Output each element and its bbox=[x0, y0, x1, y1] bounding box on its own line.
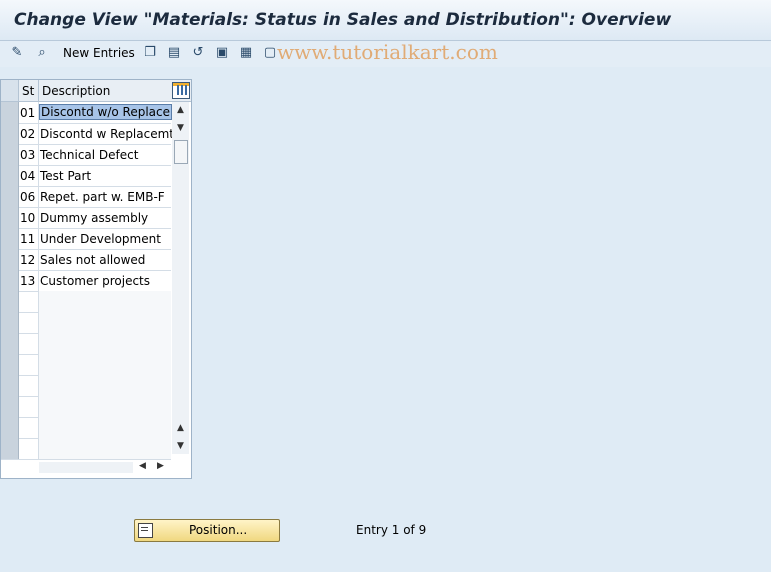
row-selector[interactable] bbox=[1, 144, 19, 165]
table-row[interactable] bbox=[1, 396, 171, 418]
row-selector[interactable] bbox=[1, 123, 19, 144]
entry-count: Entry 1 of 9 bbox=[356, 523, 427, 537]
status-code-cell[interactable]: 04 bbox=[20, 169, 35, 183]
status-code-cell[interactable]: 13 bbox=[20, 274, 35, 288]
row-selector[interactable] bbox=[1, 333, 19, 354]
row-selector[interactable] bbox=[1, 249, 19, 270]
display-change-icon[interactable]: ✎ bbox=[9, 45, 25, 61]
select-all-icon[interactable]: ▣ bbox=[214, 45, 230, 61]
status-code-cell[interactable]: 10 bbox=[20, 211, 35, 225]
row-selector[interactable] bbox=[1, 354, 19, 375]
description-cell[interactable]: Technical Defect bbox=[40, 148, 138, 162]
table-row[interactable]: 12 Sales not allowed bbox=[1, 249, 171, 271]
scroll-thumb[interactable] bbox=[174, 140, 188, 164]
status-code-cell[interactable]: 01 bbox=[20, 106, 35, 120]
description-cell[interactable]: Customer projects bbox=[40, 274, 150, 288]
description-cell[interactable]: Discontd w/o Replace bbox=[39, 104, 172, 120]
table-row[interactable] bbox=[1, 375, 171, 397]
empty-description-cell[interactable] bbox=[39, 438, 171, 459]
deselect-all-icon[interactable]: ▢ bbox=[262, 45, 278, 61]
empty-description-cell[interactable] bbox=[39, 354, 171, 375]
description-cell[interactable]: Under Development bbox=[40, 232, 161, 246]
title-bar: Change View "Materials: Status in Sales … bbox=[0, 0, 771, 41]
row-selector[interactable] bbox=[1, 186, 19, 207]
scroll-up-bottom-icon[interactable]: ▲ bbox=[174, 422, 187, 434]
column-header-description[interactable]: Description bbox=[42, 84, 110, 98]
position-icon bbox=[138, 523, 153, 538]
scroll-left-icon[interactable]: ◀ bbox=[139, 461, 146, 471]
status-code-cell[interactable]: 06 bbox=[20, 190, 35, 204]
row-selector[interactable] bbox=[1, 207, 19, 228]
status-table: St Description 01 Discontd w/o Replace 02 D… bbox=[0, 79, 192, 479]
horizontal-scrollbar[interactable]: ◀ ▶ bbox=[39, 460, 189, 475]
select-all-cell[interactable] bbox=[1, 80, 19, 101]
status-code-cell[interactable]: 03 bbox=[20, 148, 35, 162]
table-row[interactable]: 02 Discontd w Replacemt bbox=[1, 123, 174, 145]
status-code-cell[interactable]: 02 bbox=[20, 127, 35, 141]
column-header-st[interactable]: St bbox=[22, 84, 34, 98]
table-row[interactable] bbox=[1, 333, 171, 355]
scroll-down-bottom-icon[interactable]: ▼ bbox=[174, 440, 187, 452]
position-button-label: Position... bbox=[189, 523, 248, 537]
table-row[interactable]: 06 Repet. part w. EMB-F bbox=[1, 186, 171, 208]
new-entries-button[interactable]: New Entries bbox=[63, 46, 135, 60]
watermark: www.tutorialkart.com bbox=[277, 40, 498, 64]
empty-description-cell[interactable] bbox=[39, 312, 171, 333]
delete-icon[interactable]: ▤ bbox=[166, 45, 182, 61]
table-row[interactable]: 01 Discontd w/o Replace bbox=[1, 102, 172, 124]
row-selector[interactable] bbox=[1, 165, 19, 186]
table-row[interactable] bbox=[1, 354, 171, 376]
row-selector[interactable] bbox=[1, 417, 19, 438]
table-row[interactable]: 11 Under Development bbox=[1, 228, 171, 250]
status-code-cell[interactable]: 12 bbox=[20, 253, 35, 267]
table-row[interactable]: 10 Dummy assembly bbox=[1, 207, 171, 229]
description-cell[interactable]: Dummy assembly bbox=[40, 211, 148, 225]
status-code-cell[interactable]: 11 bbox=[20, 232, 35, 246]
description-cell[interactable]: Repet. part w. EMB-F bbox=[40, 190, 165, 204]
window-title: Change View "Materials: Status in Sales … bbox=[14, 10, 672, 30]
row-selector[interactable] bbox=[1, 270, 19, 291]
position-button[interactable]: Position... bbox=[134, 519, 280, 542]
table-row[interactable] bbox=[1, 291, 171, 313]
empty-description-cell[interactable] bbox=[39, 396, 171, 417]
table-row[interactable]: 03 Technical Defect bbox=[1, 144, 171, 166]
row-selector[interactable] bbox=[1, 438, 19, 459]
row-selector[interactable] bbox=[1, 102, 19, 123]
empty-description-cell[interactable] bbox=[39, 375, 171, 396]
empty-description-cell[interactable] bbox=[39, 291, 171, 312]
row-selector[interactable] bbox=[1, 291, 19, 312]
table-row[interactable] bbox=[1, 438, 171, 460]
scroll-down-icon[interactable]: ▼ bbox=[174, 122, 187, 134]
table-row[interactable]: 04 Test Part bbox=[1, 165, 171, 187]
other-view-icon[interactable]: ⌕ bbox=[34, 45, 50, 61]
table-row[interactable]: 13 Customer projects bbox=[1, 270, 171, 292]
description-cell[interactable]: Sales not allowed bbox=[40, 253, 145, 267]
undo-icon[interactable]: ↺ bbox=[190, 45, 206, 61]
row-selector[interactable] bbox=[1, 396, 19, 417]
select-block-icon[interactable]: ▦ bbox=[238, 45, 254, 61]
scroll-up-icon[interactable]: ▲ bbox=[174, 104, 187, 116]
empty-description-cell[interactable] bbox=[39, 417, 171, 438]
table-row[interactable] bbox=[1, 312, 171, 334]
description-cell[interactable]: Test Part bbox=[40, 169, 91, 183]
description-cell[interactable]: Discontd w Replacemt bbox=[40, 127, 174, 141]
row-selector[interactable] bbox=[1, 312, 19, 333]
copy-icon[interactable]: ❐ bbox=[142, 45, 158, 61]
row-selector[interactable] bbox=[1, 228, 19, 249]
table-header: St Description bbox=[1, 80, 191, 102]
table-row[interactable] bbox=[1, 417, 171, 439]
table-settings-icon[interactable] bbox=[172, 82, 190, 99]
scroll-right-icon[interactable]: ▶ bbox=[157, 461, 164, 471]
row-selector[interactable] bbox=[1, 375, 19, 396]
vertical-scrollbar[interactable]: ▲ ▼ ▲ ▼ bbox=[172, 102, 189, 454]
empty-description-cell[interactable] bbox=[39, 333, 171, 354]
